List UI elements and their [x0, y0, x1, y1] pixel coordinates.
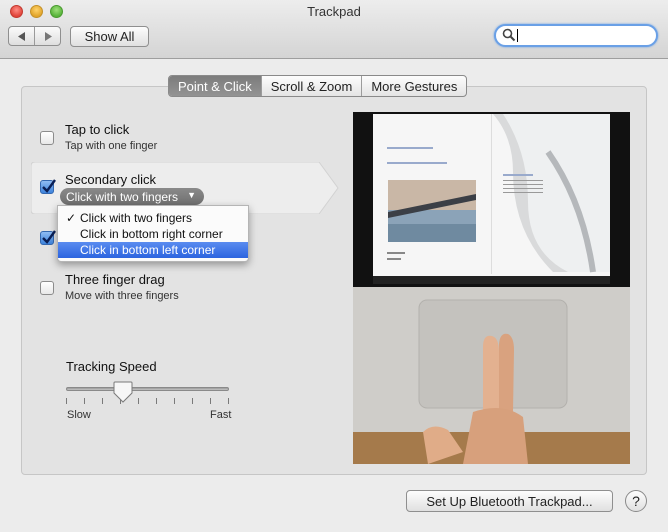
checkmark-icon	[42, 230, 56, 244]
tab-point-click[interactable]: Point & Click	[169, 76, 261, 96]
slider-tick	[192, 398, 193, 404]
title-bar: Trackpad Show All	[0, 0, 668, 59]
secondary-click-popup[interactable]: Click with two fingers ▼	[60, 188, 204, 205]
back-button[interactable]	[9, 27, 34, 45]
preferences-window: Trackpad Show All Point & Click Scroll &…	[0, 0, 668, 532]
look-up-checkbox[interactable]	[40, 230, 56, 245]
tab-more-gestures[interactable]: More Gestures	[361, 76, 466, 96]
preview-illustration	[353, 112, 630, 464]
tap-to-click-subtitle: Tap with one finger	[65, 140, 158, 152]
tracking-speed-slider-knob[interactable]	[113, 381, 133, 403]
three-finger-drag-title: Three finger drag	[65, 272, 165, 287]
secondary-click-checkbox[interactable]	[40, 179, 56, 194]
menu-item-label: Click in bottom right corner	[80, 227, 223, 241]
window-title: Trackpad	[307, 4, 361, 19]
secondary-click-menu: ✓ Click with two fingers Click in bottom…	[57, 205, 249, 262]
menu-item-label: Click with two fingers	[80, 211, 193, 225]
search-input[interactable]	[516, 27, 650, 43]
slider-tick	[174, 398, 175, 404]
checkmark-icon	[42, 179, 56, 193]
back-arrow-icon	[17, 31, 25, 41]
tab-scroll-zoom[interactable]: Scroll & Zoom	[260, 76, 362, 96]
gesture-preview-video	[353, 112, 630, 464]
slider-tick	[84, 398, 85, 404]
slider-tick	[228, 398, 229, 404]
three-finger-drag-subtitle: Move with three fingers	[65, 290, 179, 302]
search-icon	[502, 28, 516, 42]
tracking-speed-min-label: Slow	[67, 409, 91, 421]
text-caret	[517, 29, 518, 42]
back-forward-control	[8, 26, 61, 46]
menu-item-bottom-left-corner[interactable]: Click in bottom left corner	[58, 242, 248, 258]
search-field[interactable]	[494, 24, 658, 47]
slider-tick	[210, 398, 211, 404]
help-button[interactable]: ?	[625, 490, 647, 512]
secondary-click-popup-value: Click with two fingers	[66, 189, 179, 204]
tap-to-click-checkbox[interactable]	[40, 131, 54, 145]
forward-arrow-icon	[44, 31, 52, 41]
menu-item-two-fingers[interactable]: ✓ Click with two fingers	[58, 210, 248, 226]
slider-tick	[66, 398, 67, 404]
tracking-speed-max-label: Fast	[210, 409, 232, 421]
menu-item-label: Click in bottom left corner	[80, 243, 216, 257]
checkmark-icon: ✓	[66, 211, 77, 225]
slider-tick	[138, 398, 139, 404]
forward-button[interactable]	[34, 27, 60, 45]
tracking-speed-slider-track[interactable]	[66, 387, 229, 391]
slider-tick	[156, 398, 157, 404]
tap-to-click-title: Tap to click	[65, 122, 130, 137]
show-all-button[interactable]: Show All	[70, 26, 149, 47]
three-finger-drag-checkbox[interactable]	[40, 281, 54, 295]
chevron-down-icon: ▼	[187, 190, 196, 200]
tab-bar: Point & Click Scroll & Zoom More Gesture…	[168, 75, 468, 97]
slider-tick	[102, 398, 103, 404]
menu-item-bottom-right-corner[interactable]: Click in bottom right corner	[58, 226, 248, 242]
tracking-speed-ticks	[66, 398, 229, 404]
tracking-speed-label: Tracking Speed	[66, 359, 157, 374]
setup-bluetooth-trackpad-button[interactable]: Set Up Bluetooth Trackpad...	[406, 490, 613, 512]
secondary-click-title: Secondary click	[65, 172, 157, 187]
